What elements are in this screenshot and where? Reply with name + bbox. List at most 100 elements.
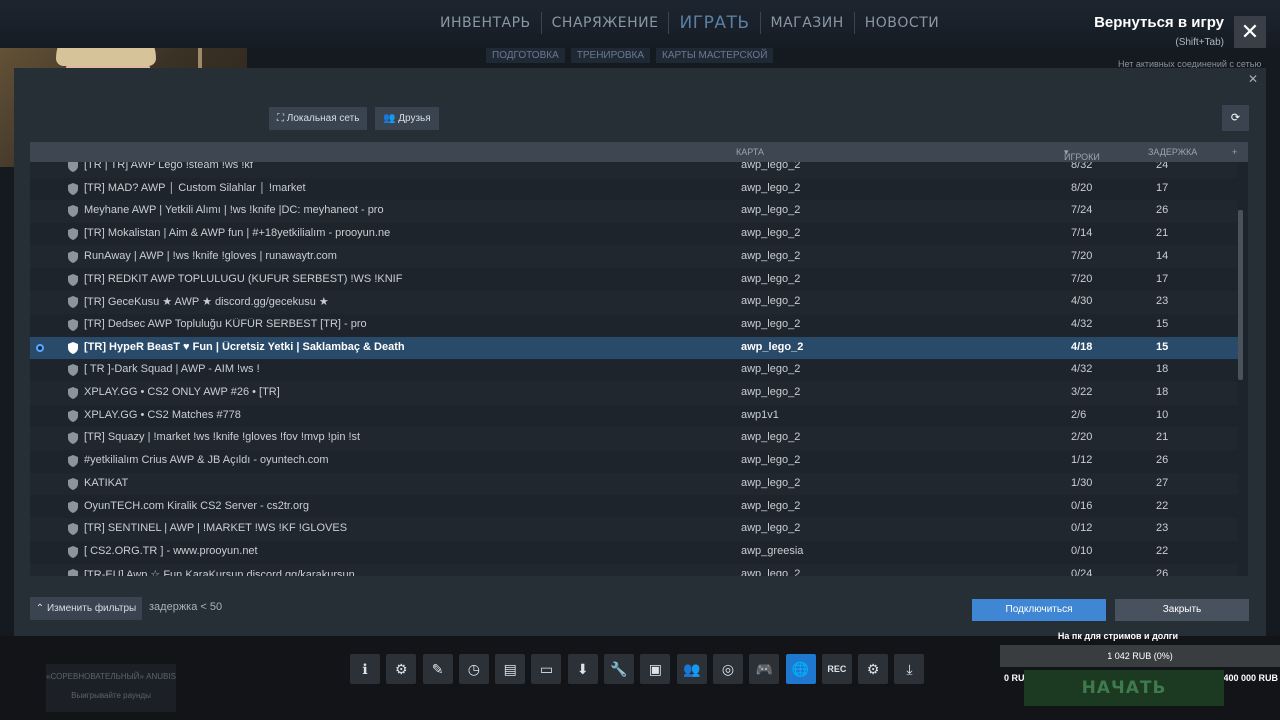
server-row[interactable]: KATIKAT awp_lego_2 1/30 27 bbox=[30, 472, 1238, 496]
settings-icon[interactable]: ⚙ bbox=[858, 654, 889, 684]
server-players: 7/20 bbox=[1071, 249, 1093, 262]
server-row[interactable]: [TR] HypeR BeasT ♥ Fun | Ücretsiz Yetki … bbox=[30, 336, 1238, 360]
shield-icon bbox=[68, 205, 78, 218]
server-latency: 26 bbox=[1156, 454, 1169, 467]
shield-icon bbox=[68, 162, 78, 172]
shield-icon bbox=[68, 341, 78, 354]
globe-icon[interactable]: 🌐 bbox=[785, 654, 816, 684]
server-players: 0/12 bbox=[1071, 522, 1093, 535]
server-name: RunAway | AWP | !ws !knife !gloves | run… bbox=[84, 249, 337, 262]
server-players: 3/22 bbox=[1071, 386, 1093, 398]
image-icon[interactable]: ▣ bbox=[640, 654, 671, 684]
rec-icon[interactable]: REC bbox=[821, 654, 852, 684]
shield-icon bbox=[68, 523, 78, 536]
shield-icon bbox=[68, 318, 78, 331]
server-row[interactable]: [TR] Mokalistan | Aim & AWP fun | #+18ye… bbox=[30, 223, 1238, 246]
server-latency: 18 bbox=[1156, 363, 1169, 376]
connect-button[interactable]: Подключиться bbox=[972, 599, 1106, 621]
mode-card[interactable]: «СОРЕВНОВАТЕЛЬНЫЙ» ANUBIS Выигрывайте ра… bbox=[46, 664, 176, 712]
server-latency: 26 bbox=[1156, 204, 1169, 217]
refresh-icon[interactable]: ⟳ bbox=[1222, 105, 1249, 131]
server-players: 1/12 bbox=[1071, 454, 1093, 467]
tray-icon[interactable]: ⤓ bbox=[894, 654, 925, 684]
col-map[interactable]: КАРТА bbox=[736, 147, 764, 157]
col-latency[interactable]: ЗАДЕРЖКА bbox=[1148, 147, 1197, 157]
tab-lan[interactable]: ⛶ Локальная сеть bbox=[269, 107, 368, 130]
server-players: 8/32 bbox=[1071, 162, 1093, 171]
compass-icon[interactable]: ◎ bbox=[712, 654, 743, 684]
close-icon[interactable]: ✕ bbox=[1234, 16, 1266, 48]
server-row[interactable]: OyunTECH.com Kiralik CS2 Server - cs2tr.… bbox=[30, 496, 1238, 519]
tab-friends-label: Друзья bbox=[398, 113, 431, 124]
wrench-icon[interactable]: 🔧 bbox=[604, 654, 635, 684]
server-name: XPLAY.GG • CS2 Matches #778 bbox=[84, 408, 241, 421]
server-row[interactable]: [TR] GeceKusu ★ AWP ★ discord.gg/gecekus… bbox=[30, 291, 1238, 314]
server-name: [ TR ]-Dark Squad | AWP - AIM !ws ! bbox=[84, 363, 260, 376]
server-latency: 21 bbox=[1156, 227, 1169, 240]
server-row[interactable]: [TR | TR] AWP Lego !steam !ws !kf awp_leg… bbox=[30, 162, 1238, 178]
server-row[interactable]: [ CS2.ORG.TR ] - www.prooyun.net awp_gree… bbox=[30, 541, 1238, 564]
server-map: awp_lego_2 bbox=[741, 386, 801, 398]
info-icon[interactable]: ℹ bbox=[350, 654, 380, 684]
nav-news[interactable]: НОВОСТИ bbox=[855, 12, 949, 34]
dialog-close-icon[interactable]: ✕ bbox=[1248, 72, 1258, 86]
server-latency: 27 bbox=[1156, 476, 1169, 489]
add-column-icon[interactable]: + bbox=[1232, 147, 1237, 157]
server-players: 7/24 bbox=[1071, 204, 1093, 217]
server-row[interactable]: [TR] SENTINEL | AWP | !MARKET !WS !KF !G… bbox=[30, 518, 1238, 541]
subtab-prep[interactable]: ПОДГОТОВКА bbox=[486, 48, 565, 63]
tab-friends[interactable]: 👥 Друзья bbox=[375, 107, 439, 130]
server-row[interactable]: Meyhane AWP | Yetkili Alımı | !ws !knife… bbox=[30, 200, 1238, 224]
server-row[interactable]: [TR] MAD? AWP │ Custom Silahlar │ !marke… bbox=[30, 178, 1238, 201]
server-players: 0/10 bbox=[1071, 544, 1093, 557]
server-name: [TR-EU] Awp ☆ Fun KaraKursun discord.gg/… bbox=[84, 568, 355, 576]
server-latency: 22 bbox=[1156, 544, 1169, 557]
server-row[interactable]: [ TR ]-Dark Squad | AWP - AIM !ws ! awp_l… bbox=[30, 359, 1238, 382]
server-list[interactable]: [TR | TR] AWP Lego !steam !ws !kf awp_leg… bbox=[30, 162, 1248, 576]
subtab-workshop[interactable]: КАРТЫ МАСТЕРСКОЙ bbox=[656, 48, 774, 63]
subtab-training[interactable]: ТРЕНИРОВКА bbox=[570, 48, 651, 63]
server-map: awp_lego_2 bbox=[741, 272, 801, 285]
main-menu: ИНВЕНТАРЬ СНАРЯЖЕНИЕ ИГРАТЬ МАГАЗИН НОВО… bbox=[430, 12, 949, 34]
list-scrollbar[interactable] bbox=[1238, 210, 1243, 380]
server-row[interactable]: XPLAY.GG • CS2 ONLY AWP #26 • [TR] awp_le… bbox=[30, 382, 1238, 405]
server-row[interactable]: [TR-EU] Awp ☆ Fun KaraKursun discord.gg/… bbox=[30, 563, 1238, 576]
nav-play[interactable]: ИГРАТЬ bbox=[669, 12, 761, 34]
server-row[interactable]: [TR] Squazy | !market !ws !knife !gloves… bbox=[30, 427, 1238, 451]
server-row[interactable]: #yetkilialım Crius AWP & JB Açıldı - oyu… bbox=[30, 450, 1238, 473]
nav-inventory[interactable]: ИНВЕНТАРЬ bbox=[430, 12, 542, 34]
return-to-game[interactable]: Вернуться в игру (Shift+Tab) bbox=[1060, 14, 1224, 48]
shield-icon bbox=[68, 568, 78, 576]
server-map: awp_lego_2 bbox=[741, 162, 801, 171]
col-players[interactable]: ИГРОКИ ▾ bbox=[1064, 147, 1100, 162]
server-latency: 21 bbox=[1156, 431, 1169, 444]
download-icon[interactable]: ⬇ bbox=[567, 654, 598, 684]
nav-store[interactable]: МАГАЗИН bbox=[761, 12, 855, 34]
pencil-icon[interactable]: ✎ bbox=[422, 654, 453, 684]
server-map: awp_lego_2 bbox=[741, 181, 801, 194]
start-button[interactable]: НАЧАТЬ bbox=[1024, 670, 1224, 706]
server-latency: 10 bbox=[1156, 408, 1169, 421]
server-row[interactable]: RunAway | AWP | !ws !knife !gloves | run… bbox=[30, 245, 1238, 269]
server-latency: 23 bbox=[1156, 522, 1169, 535]
chat-icon[interactable]: ▭ bbox=[531, 654, 562, 684]
nav-equipment[interactable]: СНАРЯЖЕНИЕ bbox=[542, 12, 670, 34]
book-icon[interactable]: ▤ bbox=[495, 654, 526, 684]
server-row[interactable]: [TR] REDKIT AWP TOPLULUGU (KUFUR SERBEST… bbox=[30, 269, 1238, 292]
gamepad-icon[interactable]: 🎮 bbox=[749, 654, 780, 684]
shield-icon bbox=[68, 364, 78, 377]
server-map: awp_lego_2 bbox=[741, 431, 801, 444]
shield-icon bbox=[68, 477, 78, 490]
clock-icon[interactable]: ◷ bbox=[458, 654, 489, 684]
users-icon[interactable]: 👥 bbox=[676, 654, 707, 684]
selected-radio-icon bbox=[36, 343, 44, 352]
server-latency: 17 bbox=[1156, 181, 1169, 194]
server-map: awp_lego_2 bbox=[741, 499, 801, 512]
server-map: awp_lego_2 bbox=[741, 227, 801, 240]
server-map: awp_lego_2 bbox=[741, 295, 801, 308]
server-row[interactable]: [TR] Dedsec AWP Topluluğu KÜFÜR SERBEST … bbox=[30, 314, 1238, 337]
gear-alt-icon[interactable]: ⚙ bbox=[386, 654, 417, 684]
change-filters-button[interactable]: ⌃ Изменить фильтры bbox=[30, 597, 142, 620]
close-button[interactable]: Закрыть bbox=[1115, 599, 1249, 621]
server-row[interactable]: XPLAY.GG • CS2 Matches #778 awp1v1 2/6 10 bbox=[30, 405, 1238, 428]
